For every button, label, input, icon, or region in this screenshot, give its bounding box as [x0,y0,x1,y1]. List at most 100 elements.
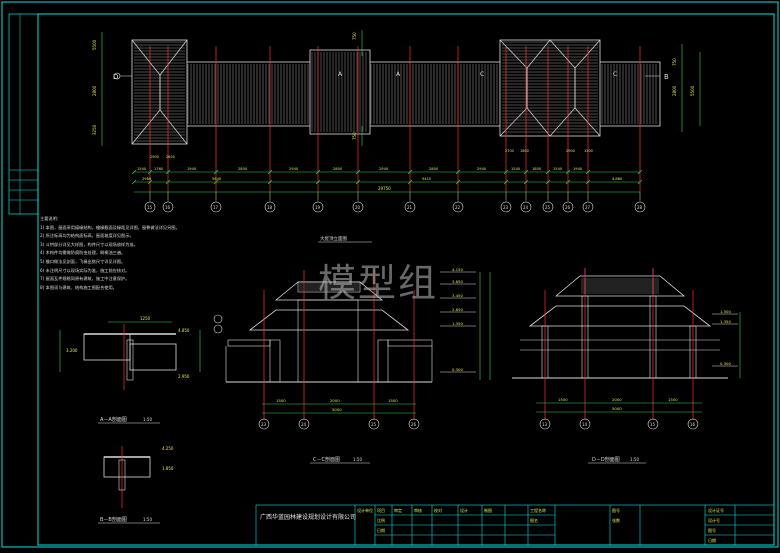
svg-text:5500: 5500 [92,39,97,50]
dim-row1-9: 1540 [511,167,521,171]
dd-level-1: 1.350 [720,319,731,324]
dim-row1-11: 1540 [553,167,563,171]
tb-right-cell-1: 设计号 [708,517,720,523]
company-name: 广西华蓝园林建设规划设计有限公司 [260,514,357,521]
tb-cell-0: 设计单位 [357,507,373,513]
cc-dim-2: 1500 [388,398,398,403]
grid-axis-label-28: 28 [637,205,643,210]
tb-cell-9: 比例 [377,517,385,523]
grid-axis-label-22: 22 [455,205,461,210]
cc-level-3: 2.850 [452,307,463,312]
dd-axis-label-3: 16 [690,422,696,427]
cc-level-5: 0.300 [452,367,463,372]
note-line-7: 7) 屋面瓦件规格同原有建筑，施工中注意保护。 [40,276,130,282]
grid-axis-label-21: 21 [407,205,413,210]
note-line-8: 8) 本图须与建筑、结构施工图配合使用。 [40,284,117,290]
section-mark-c2: C [613,71,617,78]
grid-axis-label-15: 15 [147,205,153,210]
svg-text:2800: 2800 [92,85,97,96]
svg-text:2620: 2620 [166,155,175,159]
dim-row1-5: 2800 [333,167,343,171]
note-line-1: 1) 本图，屋面采用檩椽结构，檐椽截面及椽距见详图，屋脊做法详见另图。 [40,224,180,230]
design-notes: 主要说明： 1) 本图，屋面采用檩椽结构，檐椽截面及椽距见详图，屋脊做法详见另图… [40,215,250,292]
notes-title: 主要说明： [40,216,61,221]
grid-axis-label-24: 24 [523,205,529,210]
tb-cell-4: 校对 [434,507,442,513]
dd-dim-1: 2000 [612,397,622,402]
svg-text:2900: 2900 [566,149,575,153]
dd-axis-label-0: 13 [542,422,548,427]
cc-axis-label-0: 23 [261,422,267,427]
cc-level-1: 3.850 [452,279,463,284]
note-line-6: 6) 未注明尺寸以现场实际为准，施工前应核对。 [40,267,130,273]
aa-dim-1250: 1250 [140,316,151,321]
section-aa: 1250 4.850 3.200 2.950 A－A剖面图 1:50 [59,316,201,424]
dim-row1-4: 2940 [289,167,299,171]
note-line-3: 3) 斗拱部分详见大样图，构件尺寸以现场放样为准。 [40,241,138,247]
cad-drawing-canvas: D B A A C C 5500 2800 3250 750 2800 5500… [0,0,780,549]
facade-title: 大屋顶立面图 [320,235,347,242]
aa-scale: 1:50 [143,417,152,422]
note-line-4: 4) 木构件均需做防腐防虫处理，刷桐油三遍。 [40,250,126,256]
svg-text:2900: 2900 [150,155,159,159]
binding-strip [8,13,39,215]
section-mark-a2: A [396,71,401,78]
tb-right-cell-3: 日期 [708,537,716,543]
grid-axis-label-19: 19 [315,205,321,210]
dim-row2-1: 5640 [212,177,222,181]
note-line-5: 5) 檐口做法见剖面，飞椽出挑尺寸详见详图。 [40,258,126,264]
tb-cell-8: 图名 [530,517,538,523]
grid-axis-label-18: 18 [267,205,273,210]
cc-level-0: 4.150 [452,267,463,272]
dim-row1-8: 2940 [477,167,487,171]
grid-axis-label-17: 17 [213,205,219,210]
bb-title: B－B剖面图 [100,516,127,523]
tb-cell-11: 图号 [612,507,620,513]
cc-level-2: 3.450 [452,293,463,298]
svg-text:1800: 1800 [520,149,529,153]
svg-text:750: 750 [352,32,357,40]
dim-row1-0: 1540 [137,167,147,171]
cc-title: C－C剖面图 [313,456,340,463]
title-block [255,504,775,546]
tb-cell-1: 项目 [377,507,385,513]
dim-row1-6: 2940 [379,167,389,171]
tb-cell-10: 日期 [377,527,385,533]
bb-scale: 1:50 [143,517,152,522]
dd-dim-2: 1500 [668,397,678,402]
grid-axis-label-27: 27 [585,205,591,210]
tb-right-cell-0: 设计证号 [708,507,724,513]
section-mark-c1: C [480,71,484,78]
dim-total: 29750 [378,186,391,191]
cc-axis-label-1: 24 [301,422,307,427]
svg-text:5500: 5500 [690,85,695,96]
svg-text:750: 750 [352,132,357,140]
roof-plan: D B A A C C 5500 2800 3250 750 2800 5500… [92,30,701,200]
dd-title: D－D剖面图 [592,456,620,463]
cc-scale: 1:50 [353,457,362,462]
dd-level-2: 0.300 [720,361,731,366]
watermark: 模型组 [318,261,439,305]
cc-dim-3: 5000 [332,407,342,412]
svg-text:2700: 2700 [505,149,514,153]
aa-level-2: 3.200 [66,348,78,353]
tb-cell-3: 审核 [414,507,422,513]
tb-cell-12: 张数 [612,517,620,523]
cc-dim-0: 1500 [276,398,286,403]
bb-level-2: 1.850 [162,466,174,471]
dd-dim-0: 1500 [558,397,568,402]
dd-axis-label-2: 15 [650,422,656,427]
dim-row1-3: 2800 [238,167,248,171]
cc-dim-1: 2000 [330,398,340,403]
dim-row1-12: 1940 [573,167,583,171]
section-dd: 1.500 1.350 0.300 1500 2000 1500 5000 13 14 15 1… [512,268,741,464]
grid-axis-label-26: 26 [565,205,571,210]
dd-level-0: 1.500 [720,309,731,314]
grid-axis-label-23: 23 [503,205,509,210]
dim-row2-2: 9410 [422,177,432,181]
dim-row2-0: 2980 [142,177,152,181]
cc-axis-label-3: 26 [411,422,417,427]
aa-level-3: 2.950 [178,374,190,379]
tb-cell-2: 审定 [394,507,402,513]
cc-axis-label-2: 25 [371,422,377,427]
